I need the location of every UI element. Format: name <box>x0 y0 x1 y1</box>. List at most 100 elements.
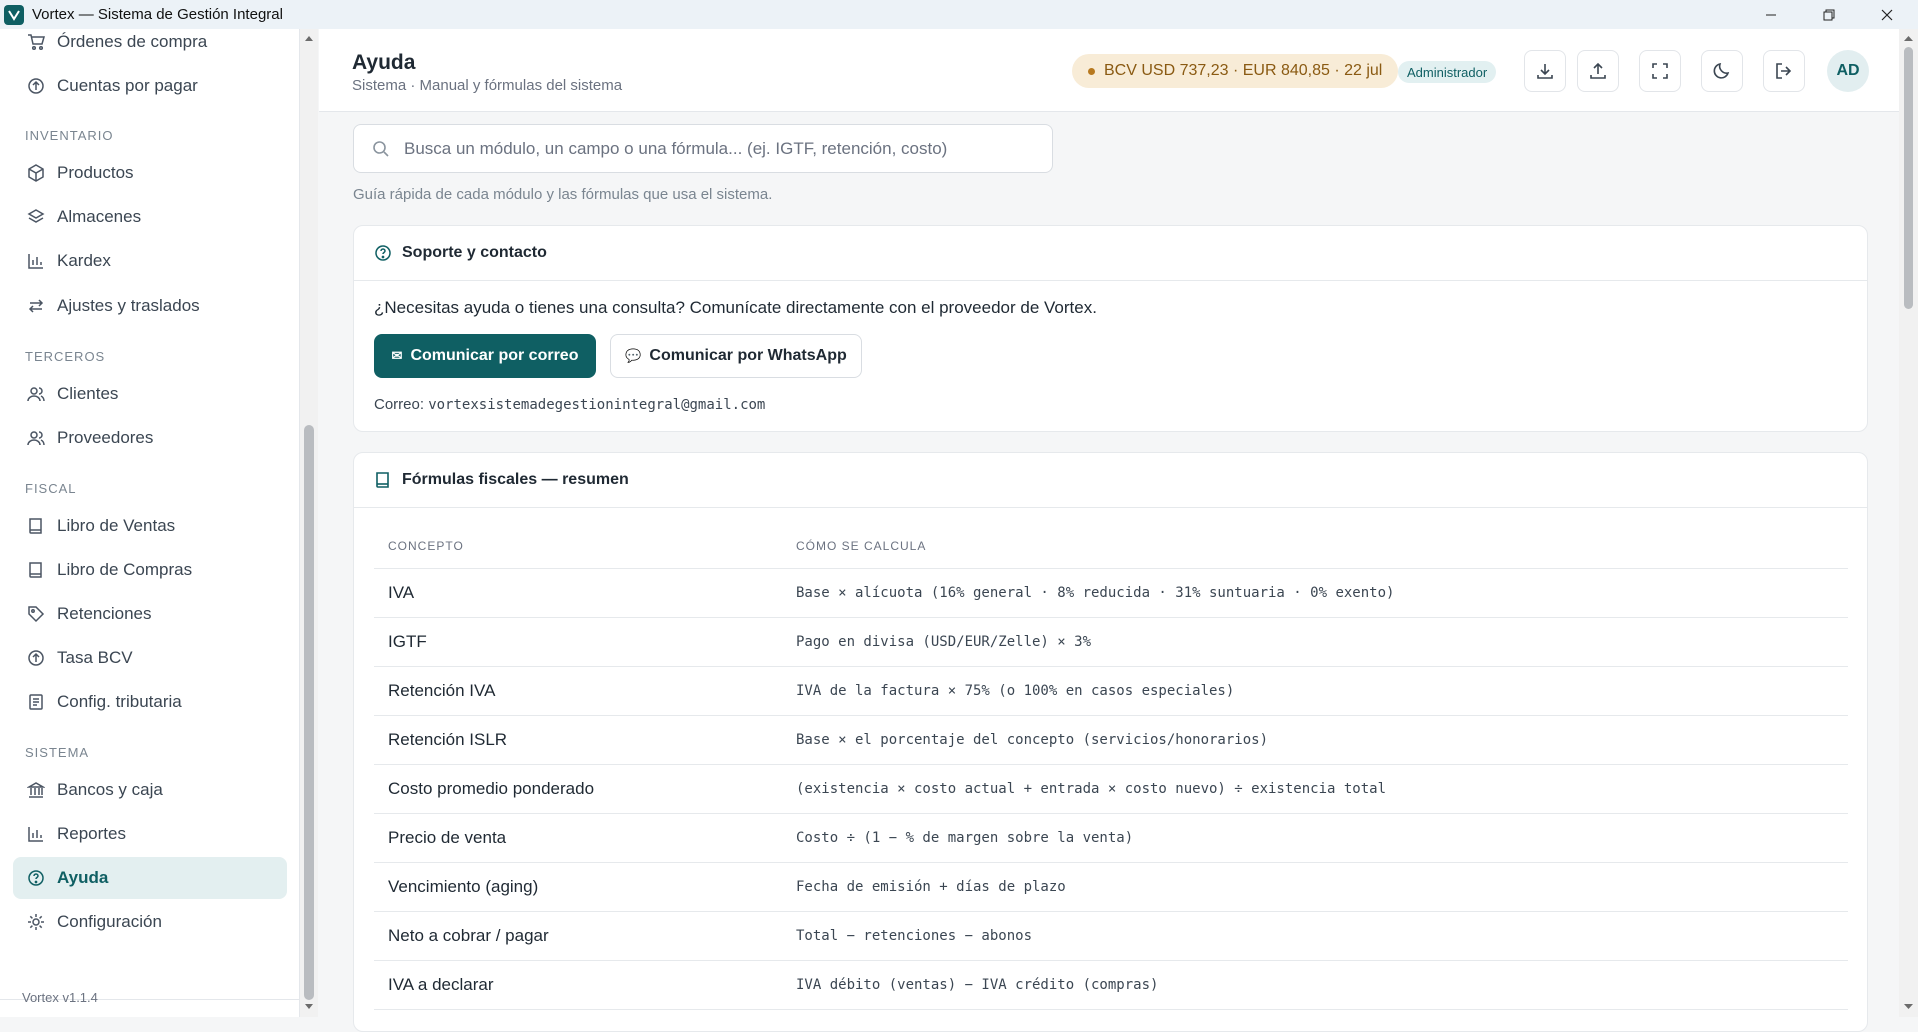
concept-cell: Retención ISLR <box>374 715 782 765</box>
formula-cell: Base × el porcentaje del concepto (servi… <box>782 715 1848 765</box>
sidebar-item-label: Ayuda <box>57 868 109 887</box>
formula-cell: Fecha de emisión + días de plazo <box>782 862 1848 912</box>
download-icon <box>1537 64 1553 79</box>
role-badge: Administrador <box>1398 61 1497 83</box>
scroll-up-icon <box>305 36 313 41</box>
sidebar-item-reportes[interactable]: Reportes <box>13 813 287 855</box>
sidebar-scroll-thumb[interactable] <box>304 425 314 1000</box>
table-row: IGTF Pago en divisa (USD/EUR/Zelle) × 3% <box>374 617 1848 667</box>
table-row: Vencimiento (aging) Fecha de emisión + dí… <box>374 862 1848 912</box>
sidebar-item-configuracion[interactable]: Configuración <box>13 901 287 943</box>
sidebar-item-label: Almacenes <box>57 207 142 226</box>
close-icon <box>1881 9 1893 20</box>
help-icon <box>374 244 392 262</box>
page-header: Ayuda Sistema · Manual y fórmulas del si… <box>319 29 1899 112</box>
sidebar-item-label: Reportes <box>57 824 126 843</box>
fullscreen-button[interactable] <box>1639 50 1681 92</box>
section-label-inventario: INVENTARIO <box>25 128 114 143</box>
sidebar-item-retenciones[interactable]: Retenciones <box>13 593 287 635</box>
restore-button[interactable] <box>1800 0 1858 29</box>
sidebar-item-kardex[interactable]: Kardex <box>13 240 287 282</box>
sidebar-item-label: Proveedores <box>57 428 154 447</box>
speech-bubble-icon: 💬 <box>625 348 642 363</box>
concept-cell: Costo promedio ponderado <box>374 764 782 814</box>
formula-cell: Costo ÷ (1 − % de margen sobre la venta) <box>782 813 1848 863</box>
formulas-table: CONCEPTO CÓMO SE CALCULA IVA Base × alícu… <box>374 524 1848 1010</box>
download-button[interactable] <box>1524 50 1566 92</box>
support-text: ¿Necesitas ayuda o tienes una consulta? … <box>374 298 1097 317</box>
sidebar-item-ajustes-y-traslados[interactable]: Ajustes y traslados <box>13 285 287 327</box>
sidebar-item-bancos-y-caja[interactable]: Bancos y caja <box>13 769 287 811</box>
section-label-terceros: TERCEROS <box>25 349 106 364</box>
formula-cell: Pago en divisa (USD/EUR/Zelle) × 3% <box>782 617 1848 667</box>
sidebar-item-cuentas-por-pagar[interactable]: Cuentas por pagar <box>13 65 287 107</box>
layers-icon <box>25 206 47 228</box>
sidebar-item-label: Kardex <box>57 251 111 270</box>
sidebar-item-clientes[interactable]: Clientes <box>13 373 287 415</box>
box-icon <box>25 162 47 184</box>
exchange-rate-text: BCV USD 737,23 · EUR 840,85 · 22 jul <box>1104 62 1383 79</box>
exchange-rate-badge: BCV USD 737,23 · EUR 840,85 · 22 jul <box>1072 54 1399 88</box>
main-scroll-thumb[interactable] <box>1904 47 1913 309</box>
close-button[interactable] <box>1858 0 1916 29</box>
formula-cell: (existencia × costo actual + entrada × c… <box>782 764 1848 814</box>
table-row: Retención ISLR Base × el porcentaje del c… <box>374 715 1848 765</box>
sidebar-item-productos[interactable]: Productos <box>13 152 287 194</box>
logout-button[interactable] <box>1763 50 1805 92</box>
support-card-title: Soporte y contacto <box>402 244 547 261</box>
status-dot <box>1088 68 1095 75</box>
main-scrollbar[interactable] <box>1899 29 1918 1017</box>
sidebar-scrollbar[interactable] <box>300 29 318 1017</box>
bar-chart-icon <box>25 250 47 272</box>
search-input[interactable] <box>404 138 1004 159</box>
theme-toggle-button[interactable] <box>1701 50 1743 92</box>
restore-icon <box>1823 9 1835 20</box>
sidebar-item-config-tributaria[interactable]: Config. tributaria <box>13 681 287 723</box>
email-contact-button[interactable]: ✉ Comunicar por correo <box>374 334 596 378</box>
logout-icon <box>1776 63 1792 79</box>
sidebar-item-label: Bancos y caja <box>57 780 163 799</box>
formulas-card-title: Fórmulas fiscales — resumen <box>402 471 629 488</box>
upload-button[interactable] <box>1577 50 1619 92</box>
help-search[interactable] <box>353 124 1053 173</box>
minimize-icon <box>1766 14 1776 15</box>
sidebar-item-tasa-bcv[interactable]: Tasa BCV <box>13 637 287 679</box>
moon-icon <box>1713 62 1730 79</box>
arrows-icon <box>25 295 47 317</box>
sidebar-item-ayuda[interactable]: Ayuda <box>13 857 287 899</box>
sidebar-item-libro-de-compras[interactable]: Libro de Compras <box>13 549 287 591</box>
formula-cell: IVA débito (ventas) − IVA crédito (compr… <box>782 960 1848 1010</box>
avatar[interactable]: AD <box>1827 50 1869 92</box>
sidebar-item-almacenes[interactable]: Almacenes <box>13 196 287 238</box>
table-row: Retención IVA IVA de la factura × 75% (o … <box>374 666 1848 716</box>
formulas-card-header: Fórmulas fiscales — resumen <box>354 453 1867 508</box>
sidebar-item-label: Libro de Ventas <box>57 516 176 535</box>
whatsapp-contact-button[interactable]: 💬 Comunicar por WhatsApp <box>610 334 862 378</box>
email-line: Correo: vortexsistemadegestionintegral@g… <box>374 396 765 413</box>
email-label: Correo: <box>374 396 425 413</box>
concept-cell: Retención IVA <box>374 666 782 716</box>
minimize-button[interactable] <box>1742 0 1800 29</box>
tag-icon <box>25 603 47 625</box>
sidebar-item-ordenes-de-compra[interactable]: Órdenes de compra <box>13 21 287 63</box>
sidebar-item-libro-de-ventas[interactable]: Libro de Ventas <box>13 505 287 547</box>
sidebar-item-label: Config. tributaria <box>57 692 182 711</box>
sidebar-item-proveedores[interactable]: Proveedores <box>13 417 287 459</box>
concept-cell: IGTF <box>374 617 782 667</box>
sidebar-item-label: Tasa BCV <box>57 648 133 667</box>
sidebar-item-label: Ajustes y traslados <box>57 296 200 315</box>
column-header-concept: CONCEPTO <box>374 524 782 569</box>
section-label-sistema: SISTEMA <box>25 745 90 760</box>
formulas-card: Fórmulas fiscales — resumen CONCEPTO CÓM… <box>353 452 1868 1032</box>
upload-icon <box>1590 62 1606 79</box>
formula-cell: Total − retenciones − abonos <box>782 911 1848 961</box>
table-row: Precio de venta Costo ÷ (1 − % de margen … <box>374 813 1848 863</box>
table-row: IVA Base × alícuota (16% general · 8% red… <box>374 568 1848 618</box>
table-row: Costo promedio ponderado (existencia × co… <box>374 764 1848 814</box>
page-subtitle: Sistema · Manual y fórmulas del sistema <box>352 77 623 94</box>
envelope-icon: ✉ <box>391 348 403 363</box>
column-header-formula: CÓMO SE CALCULA <box>782 524 1848 569</box>
table-row: Neto a cobrar / pagar Total − retenciones… <box>374 911 1848 961</box>
bar-chart-icon <box>25 823 47 845</box>
whatsapp-contact-label: Comunicar por WhatsApp <box>649 347 847 364</box>
